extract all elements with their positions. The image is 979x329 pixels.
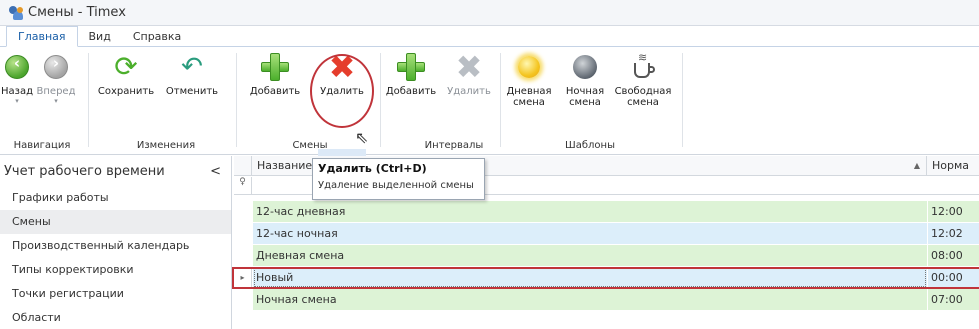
ribbon: ‹ Назад ▾ › Вперед ▾ Навигация ⟳ Сохрани… — [0, 47, 979, 181]
window-title: Смены - Timex — [28, 5, 126, 20]
delete-x-icon: ✖ — [328, 48, 356, 86]
group-changes-label: Изменения — [136, 140, 196, 151]
sidebar-item-registration-points[interactable]: Точки регистрации — [0, 282, 231, 306]
group-divider — [682, 53, 683, 147]
group-divider — [236, 53, 237, 147]
night-shift-template-button[interactable]: Ночная смена — [562, 51, 608, 108]
collapse-sidebar-icon[interactable]: < — [210, 164, 221, 179]
delete-x-icon: ✖ — [455, 48, 483, 86]
chevron-down-icon: ▾ — [15, 97, 19, 105]
chevron-down-icon: ▾ — [54, 97, 58, 105]
moon-icon — [569, 51, 601, 83]
tooltip-description: Удаление выделенной смены — [318, 180, 474, 191]
add-shift-button[interactable]: Добавить — [248, 51, 302, 97]
tab-help[interactable]: Справка — [122, 27, 192, 46]
group-divider — [380, 53, 381, 147]
table-row[interactable]: 12-час ночная 12:02 — [234, 223, 979, 244]
table-row[interactable]: Ночная смена 07:00 — [234, 289, 979, 310]
save-button[interactable]: ⟳ Сохранить — [96, 50, 156, 98]
sidebar-item-areas[interactable]: Области — [0, 306, 231, 329]
table-row[interactable]: 12-час дневная 12:00 — [234, 201, 979, 222]
arrow-right-icon: › — [40, 51, 72, 83]
group-intervals-label: Интервалы — [424, 140, 484, 151]
delete-tooltip: Удалить (Ctrl+D) Удаление выделенной сме… — [312, 158, 485, 200]
tab-view[interactable]: Вид — [78, 27, 122, 46]
sidebar: Учет рабочего времени < Графики работы С… — [0, 156, 232, 329]
tooltip-title: Удалить (Ctrl+D) — [318, 162, 427, 175]
back-button[interactable]: ‹ Назад ▾ — [1, 51, 33, 105]
group-navigation-label: Навигация — [13, 140, 71, 151]
ribbon-tabs: Главная Вид Справка — [0, 26, 979, 47]
column-header-norm[interactable]: Норма — [928, 156, 979, 176]
sidebar-item-schedules[interactable]: Графики работы — [0, 186, 231, 210]
group-divider — [88, 53, 89, 147]
day-shift-template-button[interactable]: Дневная смена — [506, 51, 552, 108]
delete-interval-button[interactable]: ✖ Удалить — [444, 51, 494, 97]
add-interval-button[interactable]: Добавить — [384, 51, 438, 97]
forward-button[interactable]: › Вперед ▾ — [36, 51, 76, 105]
plus-icon — [395, 51, 427, 83]
tab-main[interactable]: Главная — [6, 26, 78, 47]
arrow-left-icon: ‹ — [1, 51, 33, 83]
sidebar-item-calendar[interactable]: Производственный календарь — [0, 234, 231, 258]
cancel-button[interactable]: ↶ Отменить — [160, 51, 224, 97]
group-shifts-label: Смены — [292, 140, 328, 151]
sidebar-item-shifts[interactable]: Смены — [0, 210, 231, 234]
delete-shift-button[interactable]: ✖ Удалить — [316, 51, 368, 97]
sidebar-header: Учет рабочего времени < — [0, 156, 231, 186]
sidebar-item-correction-types[interactable]: Типы корректировки — [0, 258, 231, 282]
filter-icon: ♀ — [234, 177, 252, 194]
group-divider — [500, 53, 501, 147]
refresh-icon: ⟳ — [114, 50, 138, 83]
plus-icon — [259, 51, 291, 83]
app-users-icon — [8, 5, 24, 21]
title-bar: Смены - Timex — [0, 0, 979, 26]
table-row[interactable]: Дневная смена 08:00 — [234, 245, 979, 266]
sidebar-title: Учет рабочего времени — [4, 163, 165, 179]
free-shift-template-button[interactable]: ≋ Свободная смена — [612, 51, 674, 108]
coffee-cup-icon: ≋ — [627, 51, 659, 83]
sun-icon — [513, 51, 545, 83]
group-templates-label: Шаблоны — [565, 140, 615, 151]
undo-icon: ↶ — [181, 52, 203, 82]
selected-row-highlight — [232, 267, 979, 289]
sort-ascending-icon: ▲ — [913, 161, 920, 170]
header-indicator-cell — [234, 156, 252, 175]
mouse-cursor-icon: ⇖ — [355, 128, 369, 147]
